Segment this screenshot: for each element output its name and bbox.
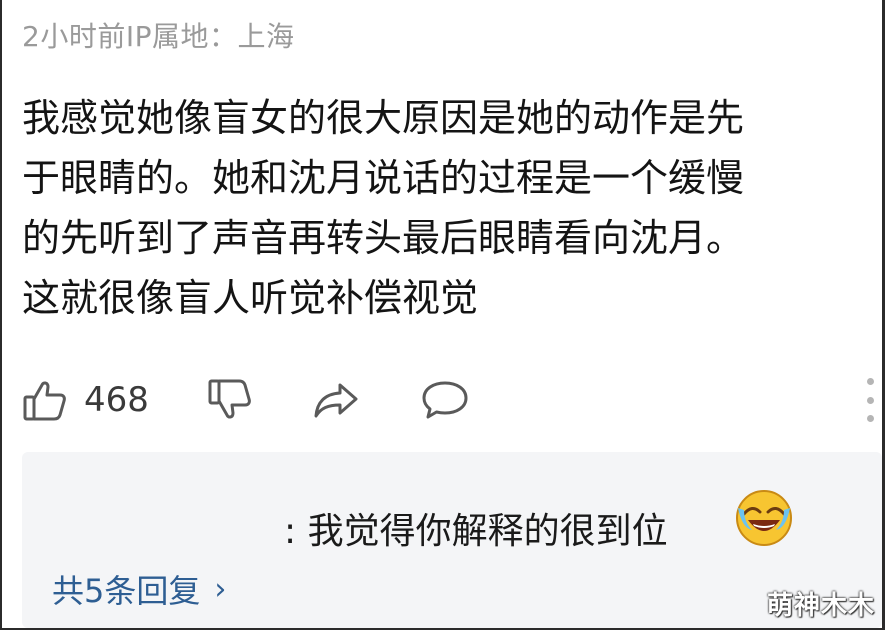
- reply-count-label: 共5条回复: [52, 572, 201, 610]
- action-bar: 468: [22, 372, 872, 428]
- more-dot: [866, 378, 874, 385]
- reply-preview[interactable]: : 我觉得你解释的很到位 共5条回复 ›: [22, 452, 882, 628]
- share-icon: [312, 377, 360, 423]
- more-dot: [866, 415, 874, 422]
- reply-text: : 我觉得你解释的很到位: [284, 511, 668, 552]
- share-button[interactable]: [312, 372, 360, 428]
- reply-comment-button[interactable]: [420, 372, 470, 428]
- watermark: 萌神木木: [766, 591, 875, 621]
- laughing-crying-emoji: [734, 488, 794, 548]
- like-count: 468: [84, 380, 149, 420]
- view-replies-link[interactable]: 共5条回复 ›: [52, 566, 226, 612]
- more-dot: [866, 396, 874, 404]
- comment-body: 我感觉她像盲女的很大原因是她的动作是先 于眼睛的。她和沈月说话的过程是一个缓慢 …: [22, 88, 872, 328]
- comment-meta: 2小时前IP属地：上海: [22, 20, 295, 53]
- thumbs-up-icon: [22, 377, 68, 423]
- like-button[interactable]: 468: [22, 372, 149, 428]
- comment-line: 我感觉她像盲女的很大原因是她的动作是先: [22, 96, 745, 140]
- thumbs-down-icon: [207, 377, 253, 423]
- comment-line: 于眼睛的。她和沈月说话的过程是一个缓慢: [22, 156, 745, 200]
- more-vertical-icon[interactable]: [863, 378, 877, 422]
- chevron-right-icon: ›: [214, 571, 227, 607]
- comment-line: 的先听到了声音再转头最后眼睛看向沈月。: [22, 216, 745, 260]
- dislike-button[interactable]: [207, 372, 253, 428]
- comment-line: 这就很像盲人听觉补偿视觉: [22, 276, 479, 320]
- comment-icon: [420, 377, 470, 423]
